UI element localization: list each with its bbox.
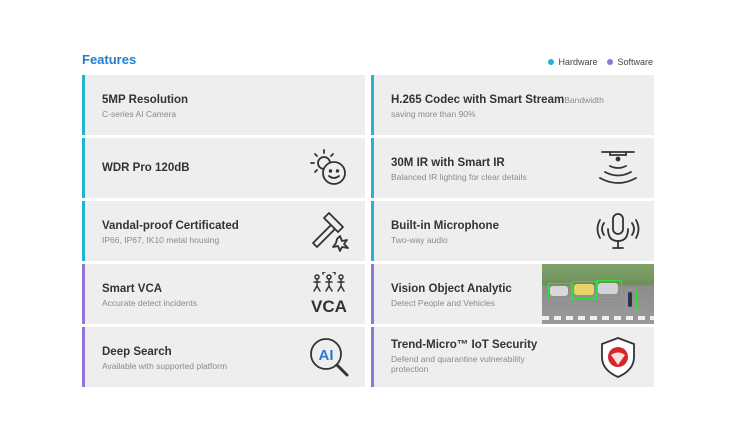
- feature-card-microphone: Built-in Microphone Two-way audio: [371, 201, 654, 261]
- card-title: 30M IR with Smart IR: [391, 157, 505, 169]
- card-subtitle: Accurate detect incidents: [102, 298, 197, 308]
- legend-hardware-label: Hardware: [558, 57, 598, 67]
- microphone-icon: [596, 213, 640, 249]
- vca-people-icon: VCA: [311, 272, 347, 316]
- feature-card-5mp: 5MP Resolution C-series AI Camera: [82, 75, 365, 135]
- card-title: Vandal-proof Certificated: [102, 220, 239, 232]
- trend-micro-shield-icon: [601, 337, 635, 378]
- card-subtitle: Balanced IR lighting for clear details: [391, 172, 527, 182]
- legend-hardware: Hardware: [548, 57, 597, 67]
- hardware-dot-icon: [548, 59, 555, 65]
- street-detection-image: [542, 264, 654, 324]
- ai-search-icon: AI: [310, 338, 349, 377]
- card-title: Smart VCA: [102, 283, 163, 295]
- card-title: Trend-Micro™ IoT Security: [391, 339, 538, 351]
- feature-card-trend-micro: Trend-Micro™ IoT Security Defend and qua…: [371, 327, 654, 387]
- feature-card-wdr: WDR Pro 120dB: [82, 138, 365, 198]
- feature-card-ir: 30M IR with Smart IR Balanced IR lightin…: [371, 138, 654, 198]
- ai-label: AI: [319, 347, 334, 364]
- legend-software: Software: [607, 57, 653, 67]
- card-title: 5MP Resolution: [102, 94, 189, 106]
- feature-card-h265: H.265 Codec with Smart StreamBandwidth s…: [371, 75, 654, 135]
- card-subtitle: Available with supported platform: [102, 361, 228, 371]
- wdr-sun-face-icon: [310, 149, 346, 185]
- feature-card-smart-vca: Smart VCA Accurate detect incidents VCA: [82, 264, 365, 324]
- card-subtitle: C-series AI Camera: [102, 109, 177, 119]
- feature-card-vandal: Vandal-proof Certificated IP66, IP67, IK…: [82, 201, 365, 261]
- legend-software-label: Software: [617, 57, 653, 67]
- card-title: WDR Pro 120dB: [102, 162, 190, 174]
- card-subtitle: Two-way audio: [391, 235, 448, 245]
- card-title: Vision Object Analytic: [391, 283, 512, 295]
- card-subtitle: Defend and quarantine vulnerability prot…: [391, 354, 525, 374]
- card-title-text: H.265 Codec with Smart Stream: [391, 94, 565, 106]
- card-subtitle: Detect People and Vehicles: [391, 298, 495, 308]
- vca-label: VCA: [311, 297, 347, 316]
- page-title: Features: [82, 52, 137, 67]
- software-dot-icon: [607, 59, 614, 65]
- hammer-icon: [312, 212, 349, 252]
- card-title: H.265 Codec with Smart StreamBandwidth: [391, 94, 604, 106]
- feature-card-vision-object: Vision Object Analytic Detect People and…: [371, 264, 654, 324]
- ir-waves-icon: [599, 151, 637, 184]
- card-subtitle: IP66, IP67, IK10 metal housing: [102, 235, 220, 245]
- feature-card-deep-search: Deep Search Available with supported pla…: [82, 327, 365, 387]
- card-title: Built-in Microphone: [391, 220, 499, 232]
- card-title: Deep Search: [102, 346, 172, 358]
- card-title-inline: Bandwidth: [564, 95, 604, 105]
- legend: Hardware Software: [548, 57, 653, 67]
- features-grid: 5MP Resolution C-series AI Camera H.265 …: [82, 75, 654, 387]
- card-subtitle: saving more than 90%: [391, 109, 476, 119]
